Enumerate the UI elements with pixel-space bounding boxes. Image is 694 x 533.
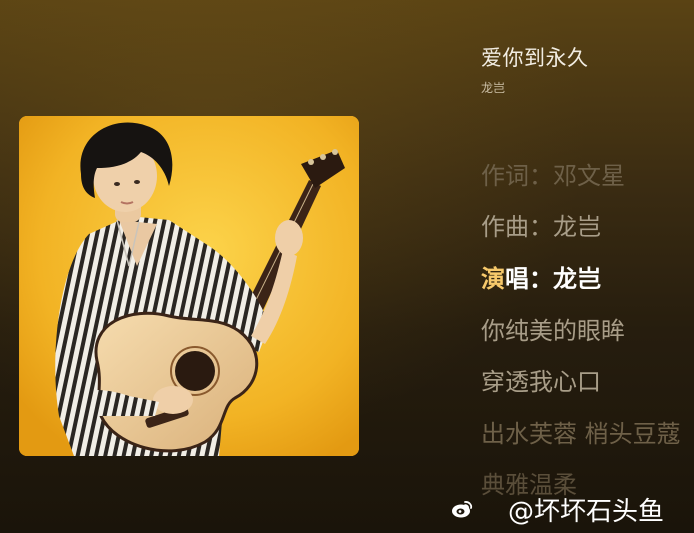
album-cover-art [19,116,359,456]
song-artist[interactable]: 龙岂 [481,79,505,96]
weibo-icon [452,501,473,518]
lyric-line: 作词：邓文星 [481,162,625,190]
watermark: @坏坏石头鱼 [450,491,664,527]
lyric-line: 穿透我心口 [481,368,601,396]
watermark-text: @坏坏石头鱼 [508,496,665,527]
lyrics-panel[interactable]: 作词：邓文星 作曲：龙岂 演唱：龙岂 你纯美的眼眸 穿透我心口 出水芙蓉 梢头豆… [481,116,694,496]
lyric-line: 出水芙蓉 梢头豆蔻 [481,420,681,448]
lyric-line: 你纯美的眼眸 [481,317,625,345]
lyric-line-current: 演唱：龙岂 [481,259,601,294]
music-player-lyrics-view: 爱你到永久 龙岂 作词：邓文星 作曲：龙岂 演唱：龙岂 你纯美的眼眸 穿透我心口… [0,0,694,533]
album-cover[interactable] [19,116,359,456]
lyric-line-current-sung: 演 [481,265,505,293]
lyric-line: 作曲：龙岂 [481,213,601,241]
song-title: 爱你到永久 [481,46,589,70]
lyric-line-previous-clipped [481,116,694,132]
lyric-line-current-unsung: 唱：龙岂 [505,265,601,293]
